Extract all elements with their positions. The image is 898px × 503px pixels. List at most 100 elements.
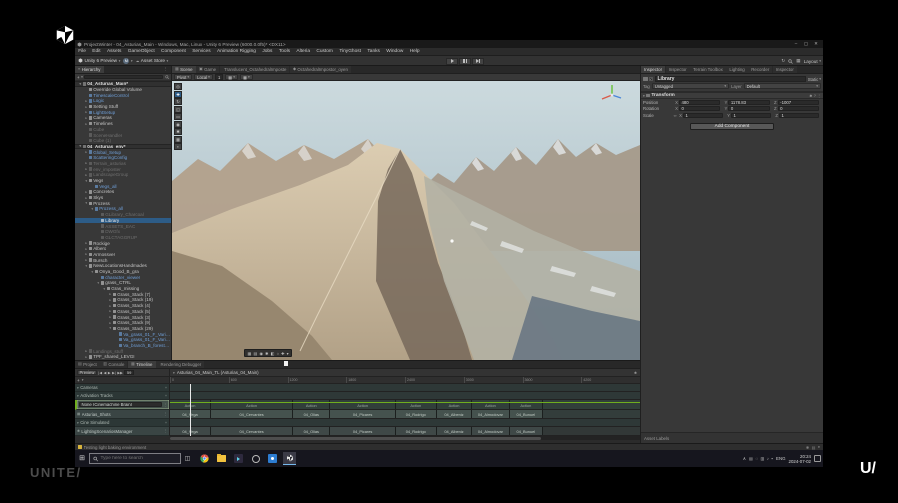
expand-arrow-icon[interactable]: ▸ (84, 161, 89, 165)
menu-item[interactable]: Edit (89, 48, 104, 56)
tool-button[interactable]: ▪ (174, 143, 182, 150)
tool-button[interactable]: ↻ (174, 98, 182, 105)
playhead-line[interactable] (190, 384, 192, 436)
add-component-button[interactable]: Add Component (690, 122, 774, 130)
inspector-tab[interactable]: Terrain Toolbox (690, 66, 726, 73)
more-icon[interactable]: ⋮ (817, 94, 821, 98)
menu-item[interactable]: Window (383, 48, 406, 56)
help-icon[interactable]: ? (814, 94, 816, 98)
play-timeline-button[interactable]: ▶ (108, 371, 111, 375)
expand-arrow-icon[interactable]: ▾ (90, 270, 95, 274)
scene-tab[interactable]: ▦ Scene (172, 66, 196, 73)
maximize-icon[interactable]: ▢ (801, 40, 811, 48)
mail-app-icon[interactable] (266, 452, 279, 465)
timeline-ruler[interactable]: 0 600 1200 1800 2400 3000 3600 4200 (170, 377, 640, 383)
file-explorer-icon[interactable] (215, 452, 228, 465)
expand-arrow-icon[interactable]: ▸ (108, 304, 113, 308)
active-checkbox[interactable]: ✓ (649, 77, 653, 81)
expand-arrow-icon[interactable]: ▸ (108, 321, 113, 325)
expand-arrow-icon[interactable]: ▸ (84, 252, 89, 256)
overlay-tool-icon[interactable]: ○ (277, 351, 280, 356)
snap-settings-dropdown[interactable]: ▦ ▾ (240, 74, 253, 80)
position-y-field[interactable]: 1178.83 (728, 99, 770, 105)
chrome-icon[interactable] (198, 452, 211, 465)
bottom-tab[interactable]: Rendering Debugger (156, 361, 205, 368)
expand-arrow-icon[interactable]: ▾ (84, 264, 89, 268)
add-icon[interactable]: + (165, 386, 167, 390)
scale-y-field[interactable]: 1 (731, 112, 771, 118)
static-dropdown[interactable]: Static ▾ (808, 77, 821, 82)
menu-item[interactable]: GameObject (125, 48, 158, 56)
rotation-x-field[interactable]: 0 (679, 106, 721, 112)
menu-item[interactable]: File (75, 48, 89, 56)
expand-arrow-icon[interactable]: ▸ (84, 173, 89, 177)
status-icon[interactable]: ✱ (806, 445, 809, 450)
taskbar-search[interactable] (89, 453, 181, 464)
gameobject-name-field[interactable]: Library (654, 76, 807, 82)
timeline-clip[interactable]: 04_Albeniz (436, 410, 473, 418)
tool-button[interactable]: ◉ (174, 120, 182, 128)
bottom-tab[interactable]: ▤ Project (75, 361, 100, 368)
overlay-tool-icon[interactable]: ✚ (281, 351, 285, 356)
status-message[interactable]: Testing light baking environment (84, 445, 804, 450)
expand-arrow-icon[interactable]: ▾ (108, 326, 113, 330)
search-icon[interactable] (788, 58, 793, 64)
unity-taskbar-icon[interactable] (283, 452, 296, 465)
tray-icon[interactable]: ♪ (767, 456, 769, 461)
hierarchy-search-input[interactable] (84, 74, 163, 80)
menu-item[interactable]: Component (158, 48, 189, 56)
timeline-clip[interactable]: 04_Rodrigo (395, 427, 437, 435)
track-group-cameras[interactable]: ▾ Cameras + (75, 384, 169, 392)
menu-item[interactable]: Help (407, 48, 423, 56)
menu-item[interactable]: Services (189, 48, 214, 56)
foldout-arrow-icon[interactable]: ▾ (643, 94, 645, 98)
timeline-asset-selector[interactable]: ▾ Asturias_04_Main_TL (Asturias_04_Main)… (170, 370, 640, 375)
gear-icon[interactable]: ✱ (809, 94, 812, 98)
menu-item[interactable]: Animation Rigging (214, 48, 259, 56)
timeline-clip[interactable]: Action (211, 400, 294, 409)
preview-toggle[interactable]: Preview (77, 369, 97, 376)
track-lighting[interactable]: ✱ LightingScenariosManager ⋮ (75, 427, 169, 436)
undo-history-icon[interactable]: ↻ (781, 58, 785, 64)
overlay-tool-icon[interactable]: ▤ (253, 351, 257, 356)
tag-dropdown[interactable]: Untagged ▾ (651, 83, 730, 89)
tray-icon[interactable]: ◌ (755, 456, 758, 461)
expand-arrow-icon[interactable]: ▾ (84, 201, 89, 205)
bottom-tab[interactable]: ▥ Console (100, 361, 128, 368)
inspector-tab[interactable]: Inspector (772, 66, 797, 73)
tool-button[interactable]: ◱ (174, 105, 182, 113)
expand-arrow-icon[interactable]: ▾ (77, 386, 79, 390)
previous-frame-button[interactable]: ◀ (104, 371, 107, 375)
inspector-tab[interactable]: Inspector (665, 66, 690, 73)
timeline-clip[interactable]: 04_Bunuel (509, 427, 544, 435)
expand-arrow-icon[interactable]: ▸ (84, 355, 89, 359)
overlay-tool-icon[interactable]: ▾ (287, 351, 289, 356)
overlay-tool-icon[interactable]: ▦ (248, 351, 252, 356)
scale-x-field[interactable]: 1 (683, 112, 723, 118)
expand-arrow-icon[interactable]: ▸ (84, 190, 89, 194)
menu-item[interactable]: Tools (276, 48, 294, 56)
transform-component-header[interactable]: ▾ Transform ✱ ? ⋮ (641, 92, 823, 99)
timeline-clip[interactable]: 04_Cervantes (211, 410, 294, 418)
scene-tab[interactable]: Translucent_OctahedralImposte (219, 66, 290, 73)
expand-arrow-icon[interactable]: ▸ (108, 315, 113, 319)
play-button[interactable] (446, 57, 458, 65)
scale-z-field[interactable]: 1 (779, 112, 819, 118)
timeline-clip[interactable]: Action (510, 400, 544, 409)
expand-arrow-icon[interactable]: ▸ (84, 110, 89, 114)
tray-icon[interactable]: ▪ (772, 456, 774, 461)
close-icon[interactable]: ✕ (811, 40, 821, 48)
tool-button[interactable]: ▭ (174, 113, 182, 120)
version-button[interactable]: Unity 6 Preview ▾ (78, 58, 120, 63)
rotation-y-field[interactable]: 0 (728, 106, 770, 112)
mute-icon[interactable]: ⋮ (164, 403, 167, 407)
grid-visibility-dropdown[interactable]: ▦ ▾ (225, 74, 239, 80)
timeline-clip[interactable]: 04_Picares (330, 410, 396, 418)
create-button[interactable]: + (77, 75, 80, 80)
scene-tab[interactable]: ◆ OctahedralImpostor_oyen (289, 66, 351, 73)
add-track-button[interactable]: + ▾ (75, 377, 170, 383)
notification-center-icon[interactable] (814, 455, 821, 462)
expand-arrow-icon[interactable]: ▾ (90, 207, 95, 211)
scrollbar-thumb[interactable] (170, 436, 542, 440)
search-input[interactable] (100, 456, 177, 461)
